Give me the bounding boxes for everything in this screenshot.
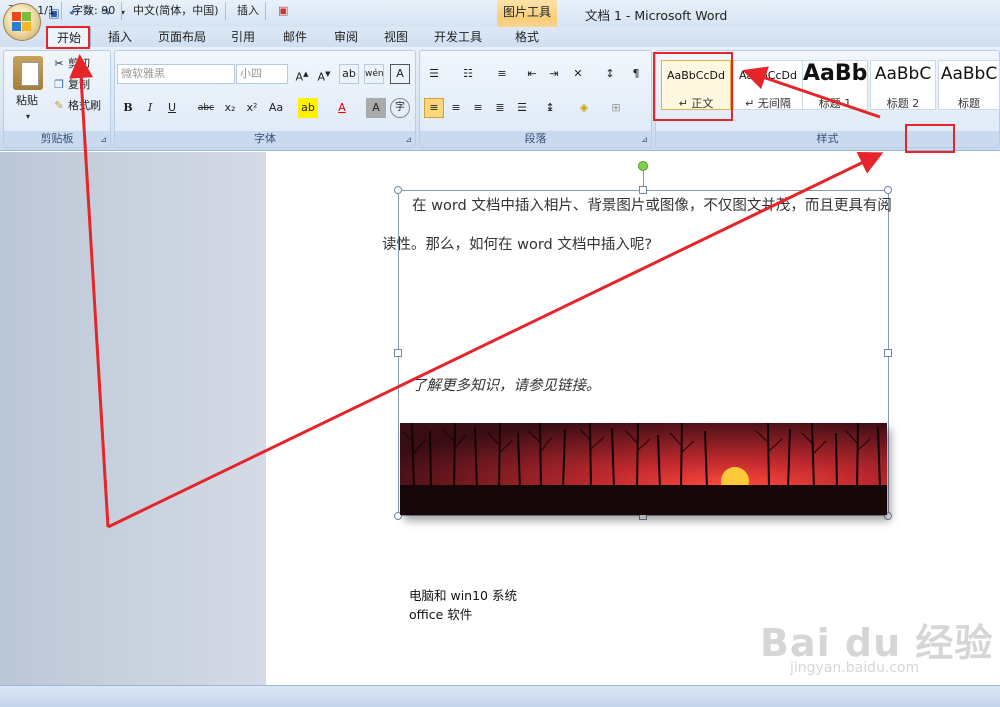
office-button[interactable] [3,3,41,41]
annotation-arrows [69,54,884,529]
arrow-to-home-tab [69,54,110,528]
office-logo-icon [12,12,32,32]
arrow-to-styles-label [107,152,884,529]
arrow-to-normal-style [742,66,881,119]
